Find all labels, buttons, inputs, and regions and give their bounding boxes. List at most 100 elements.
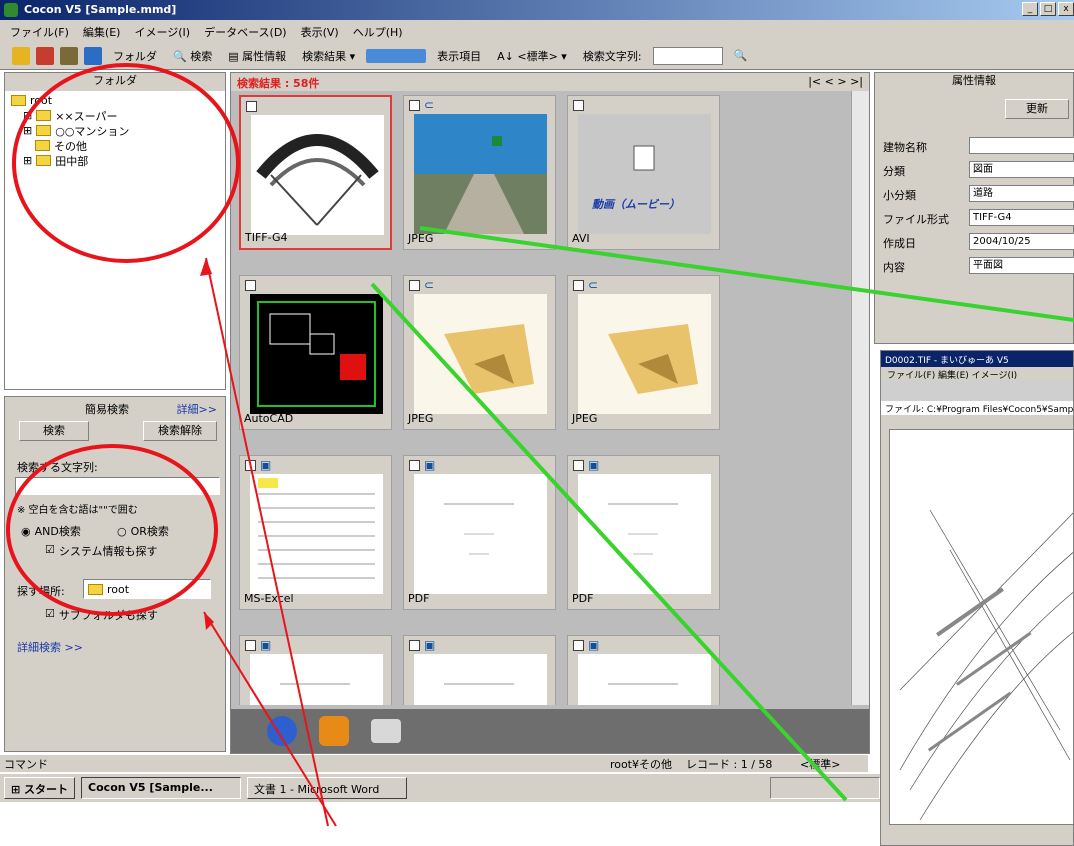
taskbar-word-button[interactable]: 文書 1 - Microsoft Word xyxy=(247,777,408,799)
folder-item[interactable]: その他 xyxy=(11,138,219,153)
result-item[interactable]: ▣ PDF xyxy=(403,455,556,610)
contacts-icon[interactable] xyxy=(319,716,349,746)
view-mode-icons[interactable] xyxy=(366,48,427,63)
property-value-field[interactable]: 図面 xyxy=(969,161,1074,178)
result-checkbox[interactable] xyxy=(246,101,257,112)
result-checkbox[interactable] xyxy=(573,280,584,291)
result-item[interactable]: ⊂ JPEG xyxy=(567,275,720,430)
maximize-button[interactable]: □ xyxy=(1040,2,1056,16)
sort-dropdown[interactable]: A↓ <標準> ▾ xyxy=(492,45,572,67)
printer-icon[interactable] xyxy=(371,719,401,743)
display-items-button[interactable]: 表示項目 xyxy=(432,45,486,67)
magnifier-icon[interactable] xyxy=(267,716,297,746)
document-icon: ▣ xyxy=(588,458,600,472)
property-label: 作成日 xyxy=(883,237,916,250)
menu-file[interactable]: ファイル(F) xyxy=(10,24,69,42)
result-checkbox[interactable] xyxy=(573,640,584,651)
properties-button[interactable]: ▤ 属性情報 xyxy=(223,45,291,67)
status-bar: コマンド root¥その他 レコード : 1 / 58 <標準> xyxy=(0,754,868,772)
property-value-field[interactable]: TIFF-G4 xyxy=(969,209,1074,226)
results-dropdown[interactable]: 検索結果 ▾ xyxy=(297,45,360,67)
or-radio[interactable]: ○ OR検索 xyxy=(117,523,169,539)
menu-view[interactable]: 表示(V) xyxy=(301,24,339,42)
search-text-input[interactable] xyxy=(652,46,723,65)
result-item[interactable]: ⊂ JPEG xyxy=(403,275,556,430)
property-value-field[interactable] xyxy=(969,137,1074,154)
results-footer xyxy=(231,709,869,753)
result-checkbox[interactable] xyxy=(245,640,256,651)
folder-item[interactable]: ⊞ ○○マンション xyxy=(11,123,219,138)
close-button[interactable]: x xyxy=(1058,2,1074,16)
folder-root[interactable]: root xyxy=(11,93,219,108)
result-checkbox[interactable] xyxy=(409,100,420,111)
results-scrollbar[interactable] xyxy=(851,91,869,705)
folder-item[interactable]: ⊞ ××スーパー xyxy=(11,108,219,123)
and-radio[interactable]: ◉ AND検索 xyxy=(21,523,81,539)
property-value-field[interactable]: 道路 xyxy=(969,185,1074,202)
results-nav[interactable]: |< < > >| xyxy=(808,75,863,89)
taskbar-cocon-button[interactable]: Cocon V5 [Sample... xyxy=(81,777,242,799)
property-value-field[interactable]: 平面図 xyxy=(969,257,1074,274)
result-item[interactable]: ▣ PDF xyxy=(567,455,720,610)
title-bar: Cocon V5 [Sample.mmd] xyxy=(0,0,1074,20)
result-item[interactable]: AutoCAD xyxy=(239,275,392,430)
system-info-checkbox[interactable]: ☑ システム情報も探す xyxy=(45,543,158,559)
menu-edit[interactable]: 編集(E) xyxy=(83,24,121,42)
result-checkbox[interactable] xyxy=(409,460,420,471)
result-item[interactable]: AVI 動画（ムービー） xyxy=(567,95,720,250)
stamp-icon[interactable] xyxy=(84,46,102,65)
property-label: 小分類 xyxy=(883,189,916,202)
result-item[interactable]: ▣ xyxy=(403,635,556,705)
result-checkbox[interactable] xyxy=(409,640,420,651)
result-item[interactable]: TIFF-G4 xyxy=(239,95,392,250)
result-checkbox[interactable] xyxy=(245,280,256,291)
result-checkbox[interactable] xyxy=(573,460,584,471)
search-hint: ※ 空白を含む語は""で囲む xyxy=(17,505,138,516)
detail-tab[interactable]: 詳細>> xyxy=(177,401,217,417)
update-button[interactable]: 更新 xyxy=(1005,99,1069,119)
result-checkbox[interactable] xyxy=(409,280,420,291)
folder-item[interactable]: ⊞ 田中部 xyxy=(11,153,219,168)
toolbar: フォルダ 🔍 検索 ▤ 属性情報 検索結果 ▾ 表示項目 A↓ <標準> ▾ 検… xyxy=(0,42,1074,70)
result-thumbnail xyxy=(251,115,384,235)
results-pane: 検索結果 : 58件 |< < > >| TIFF-G4 ⊂ JPEG AVI 動画（ム… xyxy=(230,72,870,754)
tag-icon[interactable] xyxy=(36,46,54,65)
result-type-label: JPEG xyxy=(408,412,434,425)
menu-database[interactable]: データベース(D) xyxy=(204,24,287,42)
result-thumbnail xyxy=(414,654,547,705)
search-string-input[interactable] xyxy=(15,477,220,495)
result-item[interactable]: ▣ xyxy=(567,635,720,705)
minimize-button[interactable]: _ xyxy=(1022,2,1038,16)
open-folder-icon[interactable] xyxy=(12,46,30,65)
property-value-field[interactable]: 2004/10/25 xyxy=(969,233,1074,250)
location-field[interactable]: root xyxy=(83,579,211,599)
status-location: root¥その他 xyxy=(609,757,672,771)
search-execute-button[interactable]: 検索 xyxy=(19,421,89,441)
search-button[interactable]: 🔍 検索 xyxy=(168,45,217,67)
pen-icon[interactable] xyxy=(60,46,78,65)
folder-icon xyxy=(88,583,103,595)
result-item[interactable]: ▣ xyxy=(239,635,392,705)
document-icon: ▣ xyxy=(260,458,272,472)
menu-image[interactable]: イメージ(I) xyxy=(134,24,190,42)
search-clear-button[interactable]: 検索解除 xyxy=(143,421,217,441)
detail-search-link[interactable]: 詳細検索 >> xyxy=(17,639,83,655)
start-button[interactable]: ⊞ スタート xyxy=(4,777,76,799)
search-go-icon[interactable]: 🔍 xyxy=(729,46,753,65)
result-type-label: TIFF-G4 xyxy=(245,231,288,244)
folder-button[interactable]: フォルダ xyxy=(108,45,162,67)
folder-icon xyxy=(11,95,26,106)
result-checkbox[interactable] xyxy=(245,460,256,471)
menu-help[interactable]: ヘルプ(H) xyxy=(353,24,403,42)
folder-pane: フォルダ root ⊞ ××スーパー ⊞ ○○マンション その他 ⊞ 田中部 xyxy=(4,72,226,390)
result-checkbox[interactable] xyxy=(573,100,584,111)
result-type-label: PDF xyxy=(572,592,594,605)
result-item[interactable]: ▣ MS-Excel xyxy=(239,455,392,610)
result-type-label: JPEG xyxy=(408,232,434,245)
location-label: 探す場所: xyxy=(17,585,65,598)
result-thumbnail xyxy=(414,294,547,414)
result-thumbnail xyxy=(414,474,547,594)
subfolder-checkbox[interactable]: ☑ サブフォルダも探す xyxy=(45,607,158,623)
result-item[interactable]: ⊂ JPEG xyxy=(403,95,556,250)
result-type-label: AutoCAD xyxy=(244,412,294,425)
